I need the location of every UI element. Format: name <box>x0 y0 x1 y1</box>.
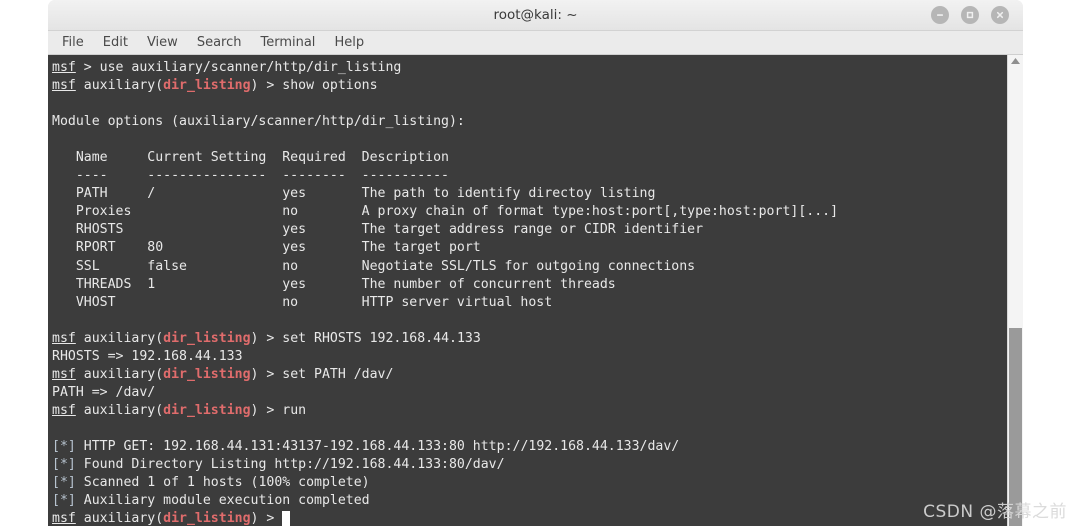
terminal-line: RPORT 80 yes The target port <box>52 239 1007 257</box>
minimize-button[interactable] <box>931 6 949 24</box>
terminal-line: Proxies no A proxy chain of format type:… <box>52 203 1007 221</box>
info-marker: [*] <box>52 475 76 491</box>
terminal-line: ---- --------------- -------- ----------… <box>52 167 1007 185</box>
terminal-text: > use auxiliary/scanner/http/dir_listing <box>75 60 402 75</box>
terminal-text: Module options (auxiliary/scanner/http/d… <box>52 114 465 130</box>
minimize-icon <box>935 10 945 20</box>
vertical-scrollbar[interactable] <box>1007 55 1023 526</box>
terminal-line: VHOST no HTTP server virtual host <box>52 294 1007 312</box>
terminal-text: PATH / yes The path to identify directoy… <box>52 186 656 202</box>
terminal-line: msf auxiliary(dir_listing) > <box>52 510 1007 526</box>
terminal-line: Name Current Setting Required Descriptio… <box>52 149 1007 167</box>
window-controls <box>931 6 1009 24</box>
terminal-window: root@kali: ~ File Edit View Search Termi… <box>48 0 1023 526</box>
terminal-line: msf auxiliary(dir_listing) > set RHOSTS … <box>52 330 1007 348</box>
terminal-text: ---- --------------- -------- ----------… <box>52 168 449 184</box>
module-name-label: dir_listing <box>163 366 251 382</box>
terminal-line: PATH => /dav/ <box>52 384 1007 402</box>
terminal-line: [*] HTTP GET: 192.168.44.131:43137-192.1… <box>52 438 1007 456</box>
terminal-area: msf > use auxiliary/scanner/http/dir_lis… <box>48 55 1023 526</box>
terminal-line: msf auxiliary(dir_listing) > run <box>52 402 1007 420</box>
terminal-line: RHOSTS yes The target address range or C… <box>52 221 1007 239</box>
terminal-text: auxiliary( <box>75 78 164 94</box>
terminal-text: Found Directory Listing http://192.168.4… <box>75 457 505 473</box>
terminal-line: [*] Found Directory Listing http://192.1… <box>52 456 1007 474</box>
menu-bar: File Edit View Search Terminal Help <box>48 31 1023 55</box>
terminal-line: PATH / yes The path to identify directoy… <box>52 185 1007 203</box>
module-name-label: dir_listing <box>163 330 251 346</box>
terminal-text: Name Current Setting Required Descriptio… <box>52 150 449 166</box>
terminal-line: SSL false no Negotiate SSL/TLS for outgo… <box>52 258 1007 276</box>
title-bar[interactable]: root@kali: ~ <box>48 0 1023 31</box>
terminal-text: Auxiliary module execution completed <box>75 493 370 509</box>
msf-prompt-label: msf <box>52 511 76 526</box>
window-title: root@kali: ~ <box>493 7 578 23</box>
menu-item-file[interactable]: File <box>62 35 84 50</box>
maximize-button[interactable] <box>961 6 979 24</box>
msf-prompt-label: msf <box>52 366 76 382</box>
scroll-up-arrow-icon[interactable] <box>1008 57 1023 65</box>
msf-prompt-label: msf <box>52 78 76 94</box>
menu-item-edit[interactable]: Edit <box>103 35 128 50</box>
menu-item-help[interactable]: Help <box>334 35 364 50</box>
msf-prompt-label: msf <box>52 60 76 75</box>
terminal-text: auxiliary( <box>75 402 164 418</box>
terminal-line: [*] Scanned 1 of 1 hosts (100% complete) <box>52 474 1007 492</box>
terminal-text: ) > run <box>250 402 307 418</box>
terminal-text: PATH => /dav/ <box>52 384 156 400</box>
terminal-line: THREADS 1 yes The number of concurrent t… <box>52 276 1007 294</box>
terminal-output[interactable]: msf > use auxiliary/scanner/http/dir_lis… <box>48 55 1007 526</box>
terminal-text: auxiliary( <box>75 511 164 526</box>
close-icon <box>995 10 1005 20</box>
module-name-label: dir_listing <box>163 402 251 418</box>
menu-item-search[interactable]: Search <box>197 35 242 50</box>
msf-prompt-label: msf <box>52 330 76 346</box>
menu-item-view[interactable]: View <box>147 35 178 50</box>
text-cursor <box>282 511 291 526</box>
module-name-label: dir_listing <box>163 511 251 526</box>
terminal-text: THREADS 1 yes The number of concurrent t… <box>52 276 616 292</box>
info-marker: [*] <box>52 457 76 473</box>
terminal-line: RHOSTS => 192.168.44.133 <box>52 348 1007 366</box>
terminal-line: msf > use auxiliary/scanner/http/dir_lis… <box>52 59 1007 77</box>
terminal-line: msf auxiliary(dir_listing) > show option… <box>52 77 1007 95</box>
info-marker: [*] <box>52 438 76 454</box>
info-marker: [*] <box>52 493 76 509</box>
screen: root@kali: ~ File Edit View Search Termi… <box>0 0 1075 526</box>
msf-prompt-label: msf <box>52 402 76 418</box>
terminal-text: ) > <box>250 511 283 526</box>
terminal-text: VHOST no HTTP server virtual host <box>52 294 553 310</box>
terminal-text: ) > show options <box>250 78 378 94</box>
close-button[interactable] <box>991 6 1009 24</box>
terminal-text: SSL false no Negotiate SSL/TLS for outgo… <box>52 258 696 274</box>
terminal-text: Scanned 1 of 1 hosts (100% complete) <box>75 475 370 491</box>
terminal-line: [*] Auxiliary module execution completed <box>52 492 1007 510</box>
terminal-text: Proxies no A proxy chain of format type:… <box>52 204 839 220</box>
maximize-icon <box>965 10 975 20</box>
watermark: CSDN @落幕之前 <box>923 502 1067 522</box>
terminal-text: HTTP GET: 192.168.44.131:43137-192.168.4… <box>75 438 680 454</box>
terminal-text: ) > set RHOSTS 192.168.44.133 <box>250 330 481 346</box>
terminal-line: msf auxiliary(dir_listing) > set PATH /d… <box>52 366 1007 384</box>
module-name-label: dir_listing <box>163 78 251 94</box>
terminal-text: RPORT 80 yes The target port <box>52 240 481 256</box>
terminal-text: RHOSTS => 192.168.44.133 <box>52 348 243 364</box>
terminal-line: Module options (auxiliary/scanner/http/d… <box>52 113 1007 131</box>
terminal-text: RHOSTS yes The target address range or C… <box>52 222 704 238</box>
terminal-text: auxiliary( <box>75 330 164 346</box>
menu-item-terminal[interactable]: Terminal <box>260 35 315 50</box>
terminal-text: ) > set PATH /dav/ <box>250 366 394 382</box>
terminal-text: auxiliary( <box>75 366 164 382</box>
